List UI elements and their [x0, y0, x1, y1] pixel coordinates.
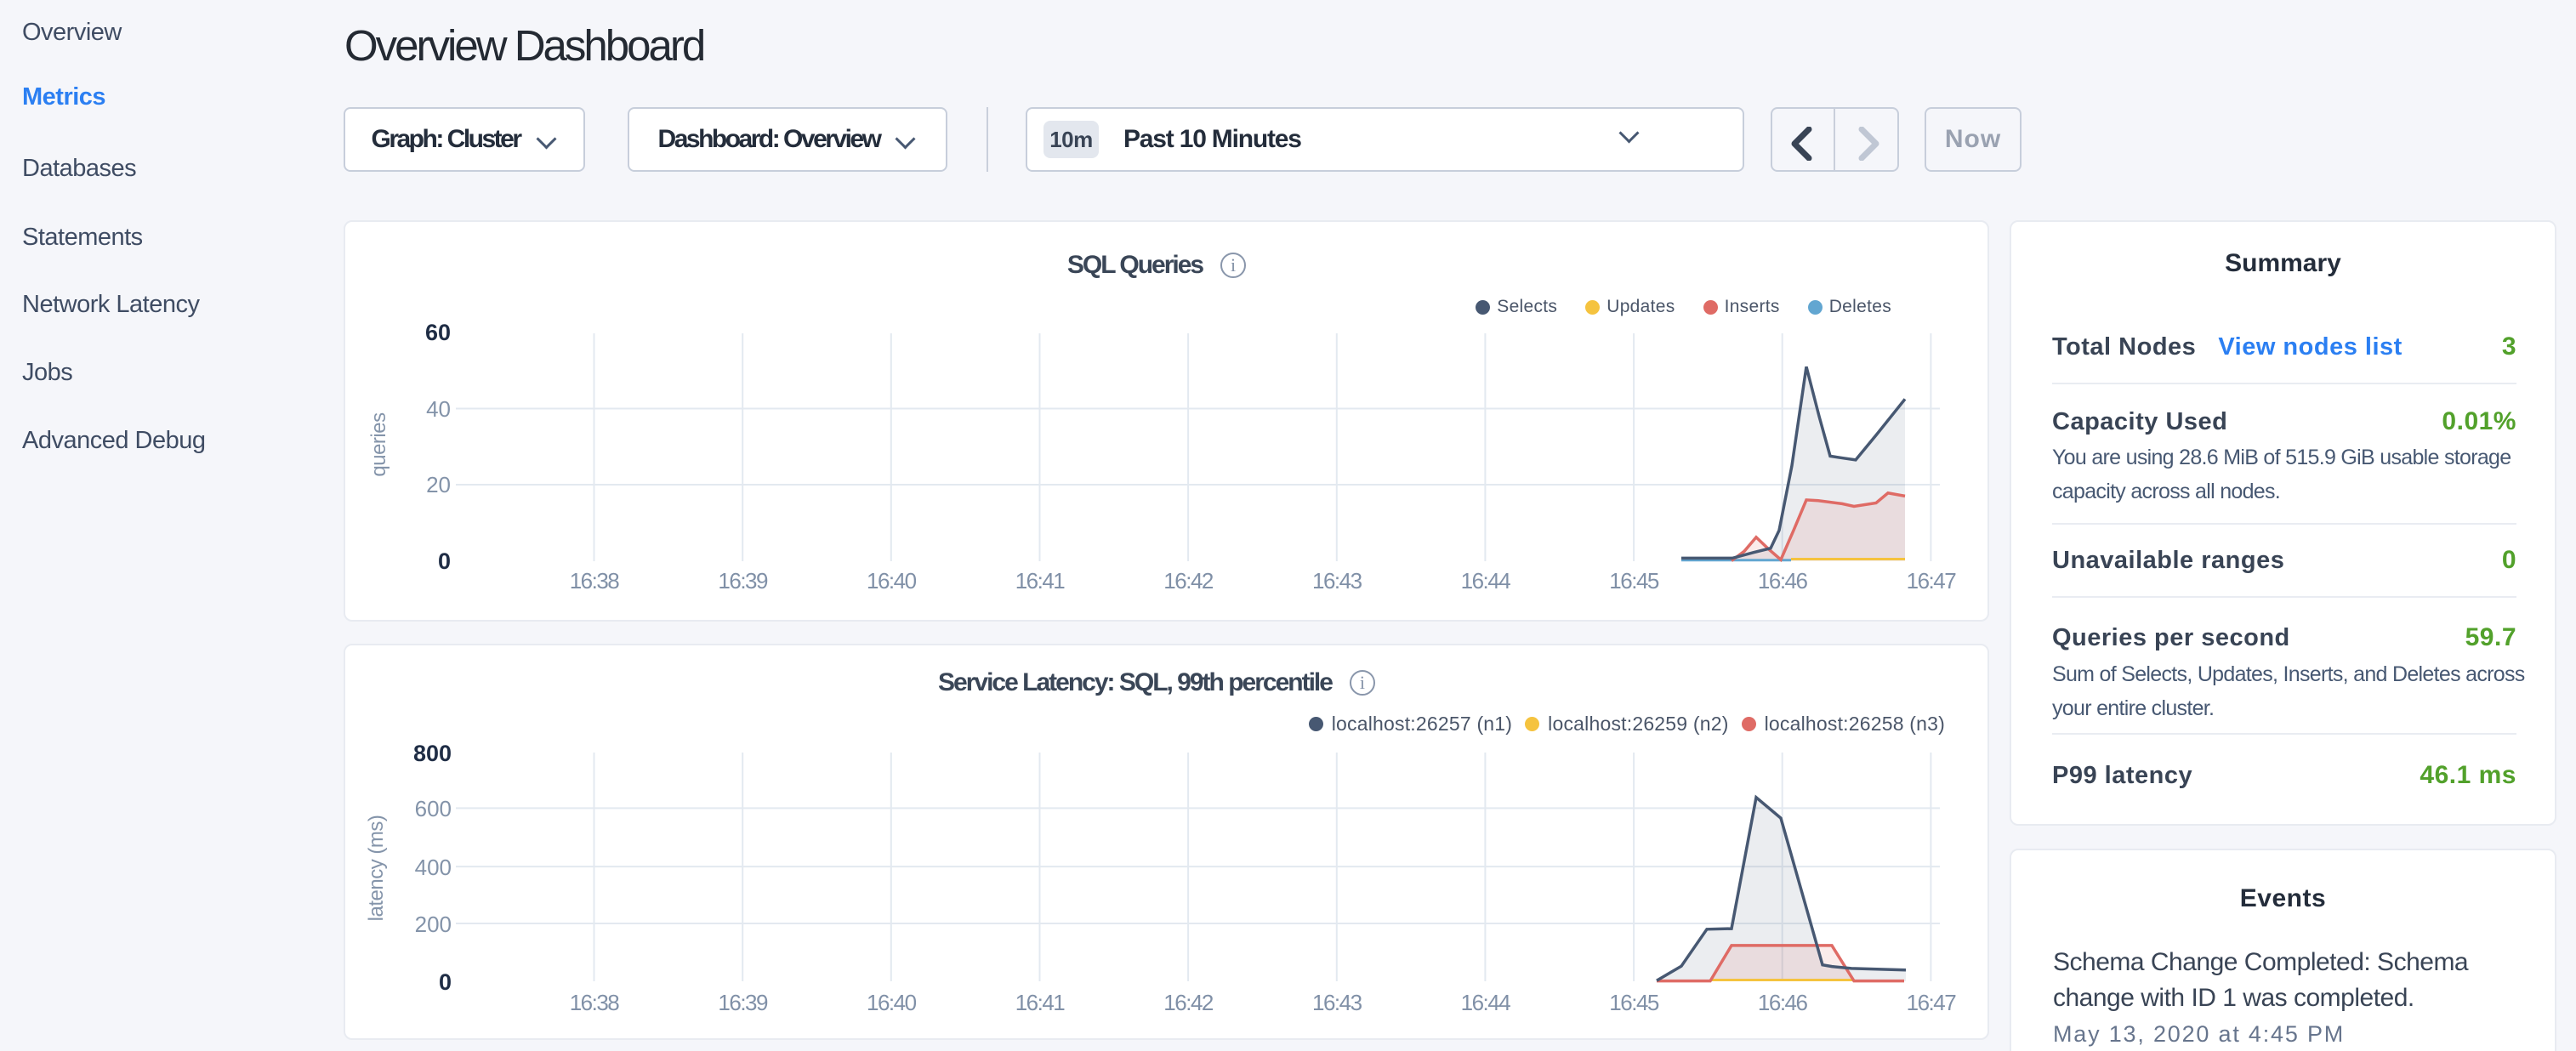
- svg-text:16:45: 16:45: [1609, 990, 1659, 1015]
- svg-text:40: 40: [426, 396, 451, 422]
- svg-text:16:41: 16:41: [1015, 990, 1066, 1015]
- svg-text:16:41: 16:41: [1015, 568, 1066, 594]
- svg-text:16:47: 16:47: [1907, 568, 1957, 594]
- svg-text:16:38: 16:38: [570, 568, 620, 594]
- svg-text:16:47: 16:47: [1907, 990, 1957, 1015]
- svg-text:16:39: 16:39: [718, 990, 768, 1015]
- svg-text:16:46: 16:46: [1758, 990, 1808, 1015]
- svg-text:20: 20: [426, 472, 451, 497]
- svg-text:16:44: 16:44: [1461, 568, 1511, 594]
- svg-text:16:38: 16:38: [570, 990, 620, 1015]
- svg-text:200: 200: [415, 912, 452, 937]
- svg-text:400: 400: [415, 855, 452, 880]
- svg-text:16:43: 16:43: [1312, 990, 1362, 1015]
- svg-text:0: 0: [438, 548, 451, 574]
- svg-text:800: 800: [413, 741, 452, 766]
- svg-text:16:46: 16:46: [1758, 568, 1808, 594]
- svg-text:16:39: 16:39: [718, 568, 768, 594]
- svg-text:latency (ms): latency (ms): [365, 815, 388, 922]
- svg-text:0: 0: [439, 969, 452, 995]
- svg-text:16:40: 16:40: [867, 568, 917, 594]
- svg-text:16:43: 16:43: [1312, 568, 1362, 594]
- svg-text:16:44: 16:44: [1461, 990, 1511, 1015]
- svg-text:600: 600: [415, 796, 452, 821]
- svg-text:queries: queries: [367, 412, 390, 477]
- svg-text:16:40: 16:40: [867, 990, 917, 1015]
- svg-text:16:42: 16:42: [1163, 568, 1214, 594]
- svg-text:16:42: 16:42: [1163, 990, 1214, 1015]
- svg-text:60: 60: [425, 320, 451, 345]
- svg-text:16:45: 16:45: [1609, 568, 1659, 594]
